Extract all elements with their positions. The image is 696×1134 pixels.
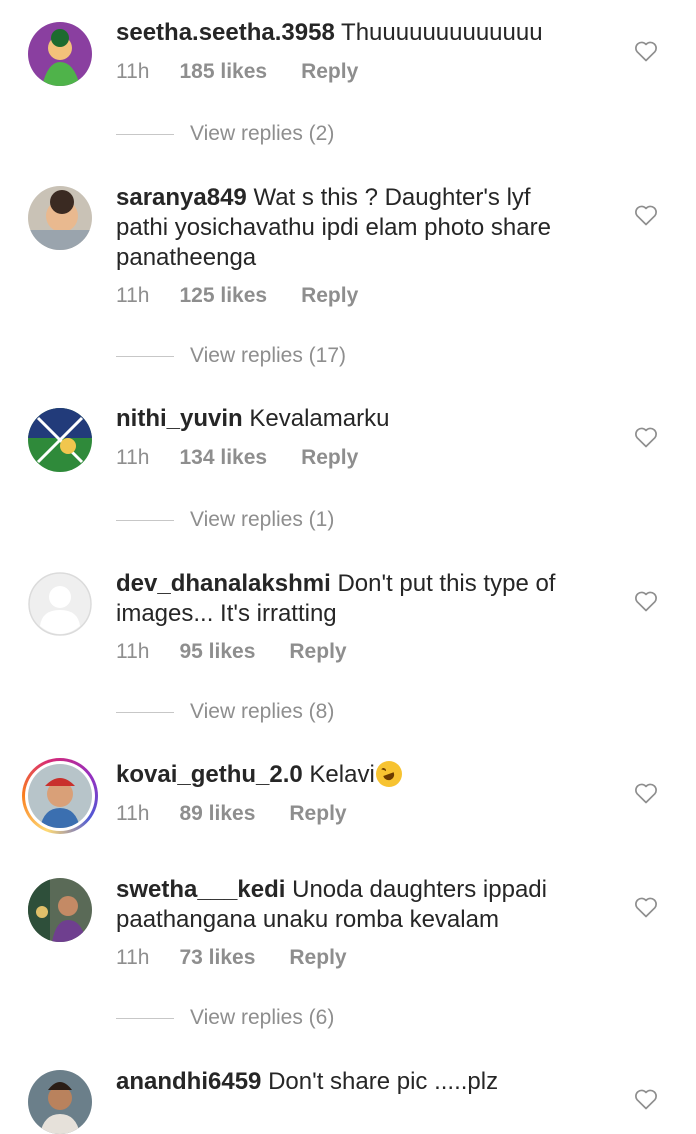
view-replies-label: View replies (6) [190, 1006, 335, 1029]
heart-outline-icon[interactable] [634, 590, 658, 612]
comment-meta: 11h 125 likes Reply [116, 284, 358, 308]
heart-outline-icon[interactable] [634, 1088, 658, 1110]
view-replies-label: View replies (2) [190, 122, 335, 145]
comment-text: swetha___kedi Unoda daughters ippadi paa… [116, 875, 586, 935]
comment-text: seetha.seetha.3958 Thuuuuuuuuuuuuu [116, 18, 586, 48]
view-replies-label: View replies (17) [190, 344, 347, 367]
reply-button[interactable]: Reply [289, 640, 346, 663]
comment-username[interactable]: saranya849 [116, 184, 247, 211]
avatar[interactable] [28, 408, 92, 472]
avatar[interactable] [28, 186, 92, 250]
comment-meta: 11h 95 likes Reply [116, 640, 347, 664]
heart-outline-icon[interactable] [634, 426, 658, 448]
avatar[interactable] [28, 1070, 92, 1134]
comment-username[interactable]: kovai_gethu_2.0 [116, 761, 303, 788]
comment-text: anandhi6459 Don't share pic .....plz [116, 1067, 586, 1097]
comment-time: 11h [116, 946, 150, 969]
replies-divider-line [116, 133, 174, 135]
replies-divider-line [116, 355, 174, 357]
comment-username[interactable]: nithi_yuvin [116, 405, 243, 432]
comment-username[interactable]: dev_dhanalakshmi [116, 570, 331, 597]
comment-username[interactable]: anandhi6459 [116, 1068, 261, 1095]
likes-count[interactable]: 89 likes [179, 802, 255, 825]
comment-text: kovai_gethu_2.0 Kelavi [116, 760, 586, 790]
likes-count[interactable]: 95 likes [179, 640, 255, 663]
default-avatar-icon[interactable] [28, 572, 92, 636]
comment-body: Kevalamarku [249, 405, 390, 432]
rolling-on-floor-laughing-icon [375, 761, 402, 787]
comment-text: nithi_yuvin Kevalamarku [116, 404, 586, 434]
comment-body: Kelavi [309, 761, 375, 788]
comment-body: Thuuuuuuuuuuuuu [341, 19, 543, 46]
view-replies-button[interactable]: View replies (8) [116, 700, 334, 724]
likes-count[interactable]: 73 likes [179, 946, 255, 969]
avatar[interactable] [28, 878, 92, 942]
likes-count[interactable]: 185 likes [179, 60, 267, 83]
heart-outline-icon[interactable] [634, 782, 658, 804]
avatar[interactable] [28, 22, 92, 86]
likes-count[interactable]: 134 likes [179, 446, 267, 469]
avatar-story-ring[interactable] [22, 758, 98, 834]
comment-time: 11h [116, 284, 150, 307]
comment-username[interactable]: swetha___kedi [116, 876, 285, 903]
comment-meta: 11h 89 likes Reply [116, 802, 347, 826]
view-replies-button[interactable]: View replies (2) [116, 122, 334, 146]
comment-username[interactable]: seetha.seetha.3958 [116, 19, 335, 46]
comment-text: dev_dhanalakshmi Don't put this type of … [116, 569, 586, 629]
reply-button[interactable]: Reply [301, 60, 358, 83]
comment-text: saranya849 Wat s this ? Daughter's lyf p… [116, 183, 586, 273]
reply-button[interactable]: Reply [289, 946, 346, 969]
view-replies-label: View replies (8) [190, 700, 335, 723]
likes-count[interactable]: 125 likes [179, 284, 267, 307]
view-replies-button[interactable]: View replies (6) [116, 1006, 334, 1030]
comment-time: 11h [116, 802, 150, 825]
reply-button[interactable]: Reply [301, 446, 358, 469]
view-replies-button[interactable]: View replies (1) [116, 508, 334, 532]
reply-button[interactable]: Reply [301, 284, 358, 307]
replies-divider-line [116, 519, 174, 521]
avatar-inner [25, 761, 95, 831]
comment-time: 11h [116, 640, 150, 663]
heart-outline-icon[interactable] [634, 896, 658, 918]
heart-outline-icon[interactable] [634, 204, 658, 226]
comment-time: 11h [116, 446, 150, 469]
comment-meta: 11h 185 likes Reply [116, 60, 358, 84]
comment-time: 11h [116, 60, 150, 83]
reply-button[interactable]: Reply [289, 802, 346, 825]
view-replies-label: View replies (1) [190, 508, 335, 531]
replies-divider-line [116, 1017, 174, 1019]
replies-divider-line [116, 711, 174, 713]
heart-outline-icon[interactable] [634, 40, 658, 62]
comment-body: Don't share pic .....plz [268, 1068, 499, 1095]
avatar [28, 764, 92, 828]
view-replies-button[interactable]: View replies (17) [116, 344, 346, 368]
comment-meta: 11h 134 likes Reply [116, 446, 358, 470]
comment-meta: 11h 73 likes Reply [116, 946, 347, 970]
